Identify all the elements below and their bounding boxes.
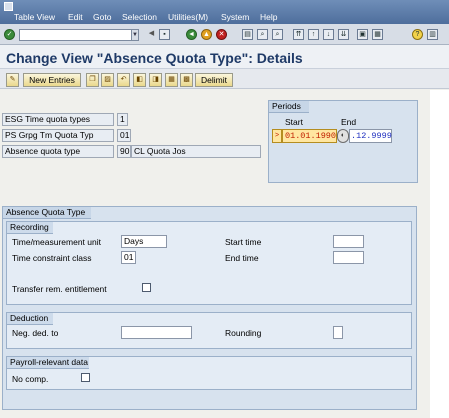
back-icon[interactable]: ◄ (186, 29, 197, 40)
exit-icon[interactable]: ▲ (201, 29, 212, 40)
delimit-button[interactable]: Delimit (195, 73, 233, 87)
command-field[interactable] (19, 29, 139, 41)
standard-toolbar: ✓ ▼ ◀ ▪ ◄ ▲ ✕ ▤ ⌕ ⌕ ⇈ ↑ ↓ ⇊ ▣ ▦ ? ▥ (0, 24, 449, 45)
end-time-label: End time (225, 253, 259, 263)
key-label-quota-type: Absence quota type (2, 145, 114, 158)
menu-utilities[interactable]: Utilities(M) (168, 12, 208, 22)
start-time-field[interactable] (333, 235, 364, 248)
periods-title: Periods (269, 101, 309, 113)
system-menu-icon[interactable] (4, 2, 13, 11)
constraint-class-field[interactable]: 01 (121, 251, 136, 264)
key-label-ps-grpg: PS Grpg Tm Quota Typ (2, 129, 114, 142)
start-time-label: Start time (225, 237, 262, 247)
next-entry-icon[interactable]: ◨ (149, 73, 162, 87)
last-page-icon[interactable]: ⇊ (338, 29, 349, 40)
constraint-class-label: Time constraint class (12, 253, 92, 263)
deduction-title: Deduction (7, 313, 53, 325)
time-unit-label: Time/measurement unit (12, 237, 101, 247)
key-value-esg: 1 (117, 113, 128, 126)
undo-icon[interactable]: ↶ (117, 73, 130, 87)
help-icon[interactable]: ? (412, 29, 423, 40)
menu-help[interactable]: Help (260, 12, 277, 22)
key-value-ps-grpg: 01 (117, 129, 131, 142)
menu-bar: Table View Edit Goto Selection Utilities… (0, 0, 449, 24)
absence-quota-type-title: Absence Quota Type (3, 207, 91, 219)
key-text-quota-type: CL Quota Jos (131, 145, 261, 158)
previous-entry-icon[interactable]: ◧ (133, 73, 146, 87)
select-all-icon[interactable]: ▦ (165, 73, 178, 87)
rounding-label: Rounding (225, 328, 262, 338)
right-margin (430, 90, 449, 418)
time-unit-field[interactable]: Days (121, 235, 167, 248)
copy-icon[interactable]: ❐ (86, 73, 99, 87)
menu-goto[interactable]: Goto (93, 12, 111, 22)
start-date-marker: > (272, 129, 282, 143)
end-date-field[interactable]: .12.9999 (349, 129, 392, 143)
first-page-icon[interactable]: ⇈ (293, 29, 304, 40)
no-comp-label: No comp. (12, 374, 49, 384)
create-session-icon[interactable]: ▣ (357, 29, 368, 40)
customize-layout-icon[interactable]: ▥ (427, 29, 438, 40)
previous-page-icon[interactable]: ↑ (308, 29, 319, 40)
enter-icon[interactable]: ✓ (4, 29, 15, 40)
payroll-title: Payroll-relevant data (7, 357, 89, 369)
select-block-icon[interactable]: ▩ (180, 73, 193, 87)
key-label-esg: ESG Time quota types (2, 113, 114, 126)
cancel-icon[interactable]: ✕ (216, 29, 227, 40)
delete-icon[interactable]: ▨ (101, 73, 114, 87)
command-dropdown-icon[interactable]: ▼ (131, 30, 138, 40)
find-icon[interactable]: ⌕ (257, 29, 268, 40)
transfer-checkbox[interactable] (142, 283, 151, 292)
menu-system[interactable]: System (221, 12, 249, 22)
find-next-icon[interactable]: ⌕ (272, 29, 283, 40)
menu-selection[interactable]: Selection (122, 12, 157, 22)
calendar-icon[interactable]: ◐ (337, 129, 349, 143)
menu-table-view[interactable]: Table View (14, 12, 55, 22)
neg-ded-label: Neg. ded. to (12, 328, 59, 338)
new-entries-button[interactable]: New Entries (23, 73, 81, 87)
end-label: End (341, 117, 357, 127)
transfer-label: Transfer rem. entitlement (12, 284, 107, 294)
display-change-icon[interactable]: ✎ (6, 73, 19, 87)
print-icon[interactable]: ▤ (242, 29, 253, 40)
end-time-field[interactable] (333, 251, 364, 264)
neg-ded-field[interactable] (121, 326, 192, 339)
deduction-group (6, 312, 412, 349)
recording-title: Recording (7, 222, 53, 234)
start-date-field[interactable]: 01.01.1990 (282, 129, 337, 143)
menu-edit[interactable]: Edit (68, 12, 83, 22)
start-label: Start (285, 117, 303, 127)
no-comp-checkbox[interactable] (81, 373, 90, 382)
next-page-icon[interactable]: ↓ (323, 29, 334, 40)
save-icon[interactable]: ▪ (159, 29, 170, 40)
key-value-quota-type: 90 (117, 145, 131, 158)
shortcut-icon[interactable]: ▦ (372, 29, 383, 40)
toolbar-separator-icon: ◀ (148, 30, 155, 37)
rounding-field[interactable] (333, 326, 343, 339)
page-title: Change View "Absence Quota Type": Detail… (6, 50, 303, 66)
